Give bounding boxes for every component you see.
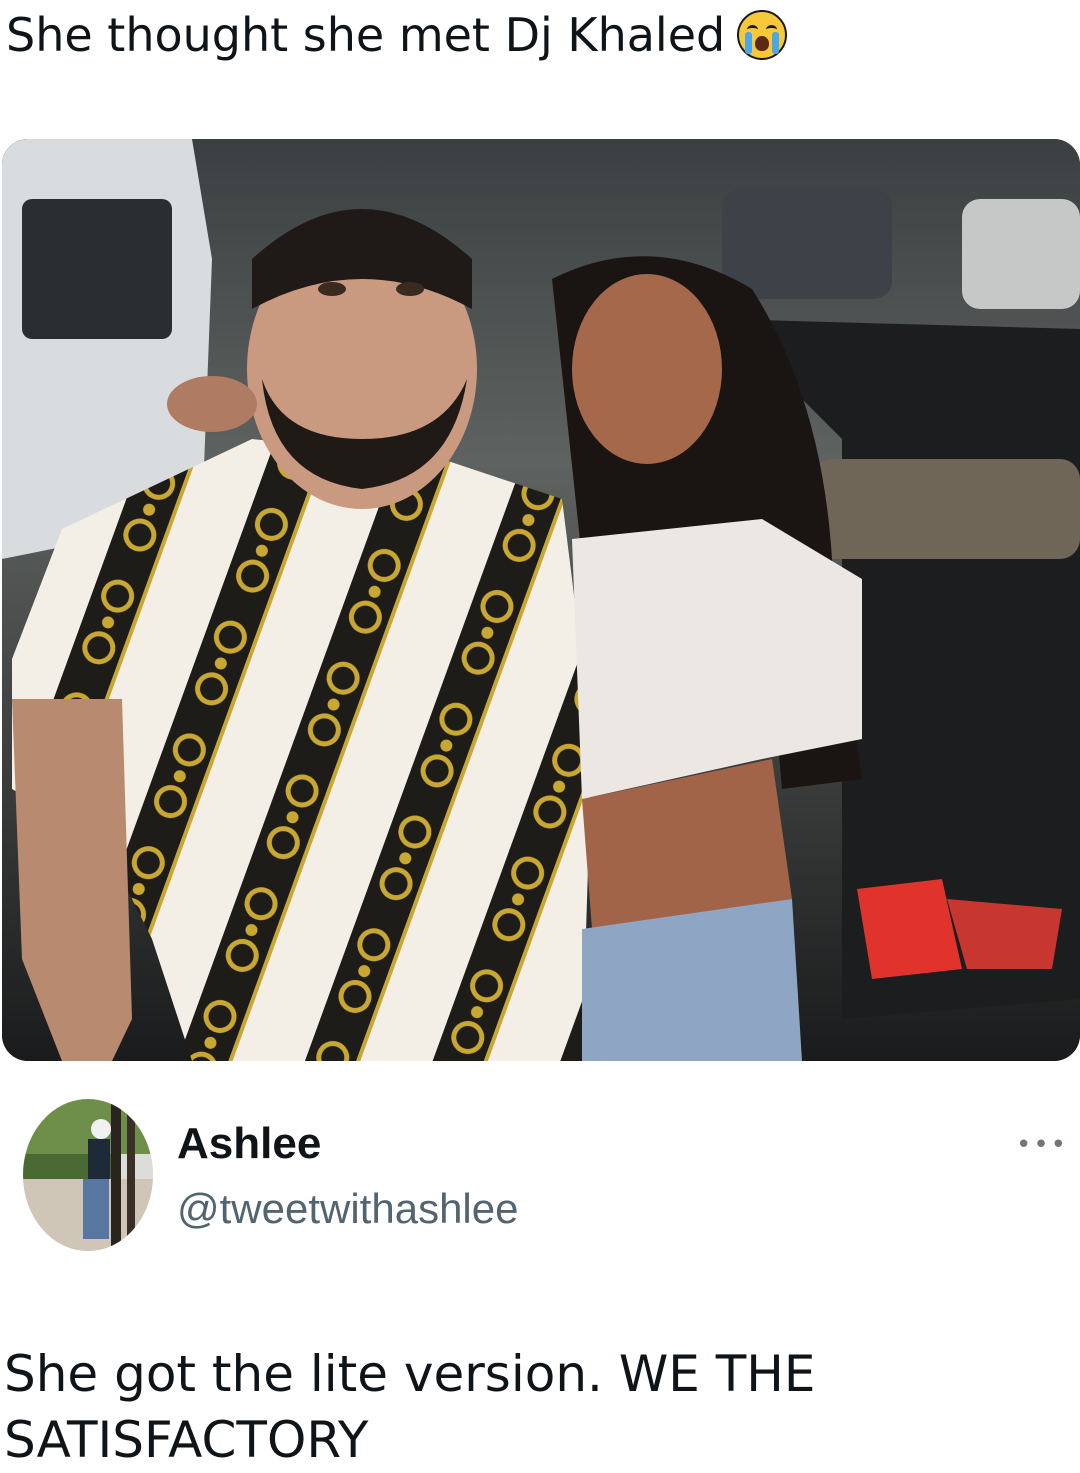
tweet-text: She got the lite version. WE THE SATISFA…	[4, 1345, 816, 1469]
post-caption: She thought she met Dj Khaled	[6, 0, 788, 70]
crying-face-emoji-icon	[737, 10, 788, 60]
profile-photo-icon	[23, 1099, 153, 1251]
user-handle[interactable]: @tweetwithashlee	[177, 1183, 518, 1235]
caption-text: She thought she met Dj Khaled	[6, 8, 726, 62]
avatar[interactable]	[23, 1099, 153, 1251]
display-name[interactable]: Ashlee	[177, 1118, 321, 1170]
more-options-icon[interactable]: •••	[1016, 1130, 1068, 1160]
post-photo[interactable]	[2, 139, 1080, 1061]
